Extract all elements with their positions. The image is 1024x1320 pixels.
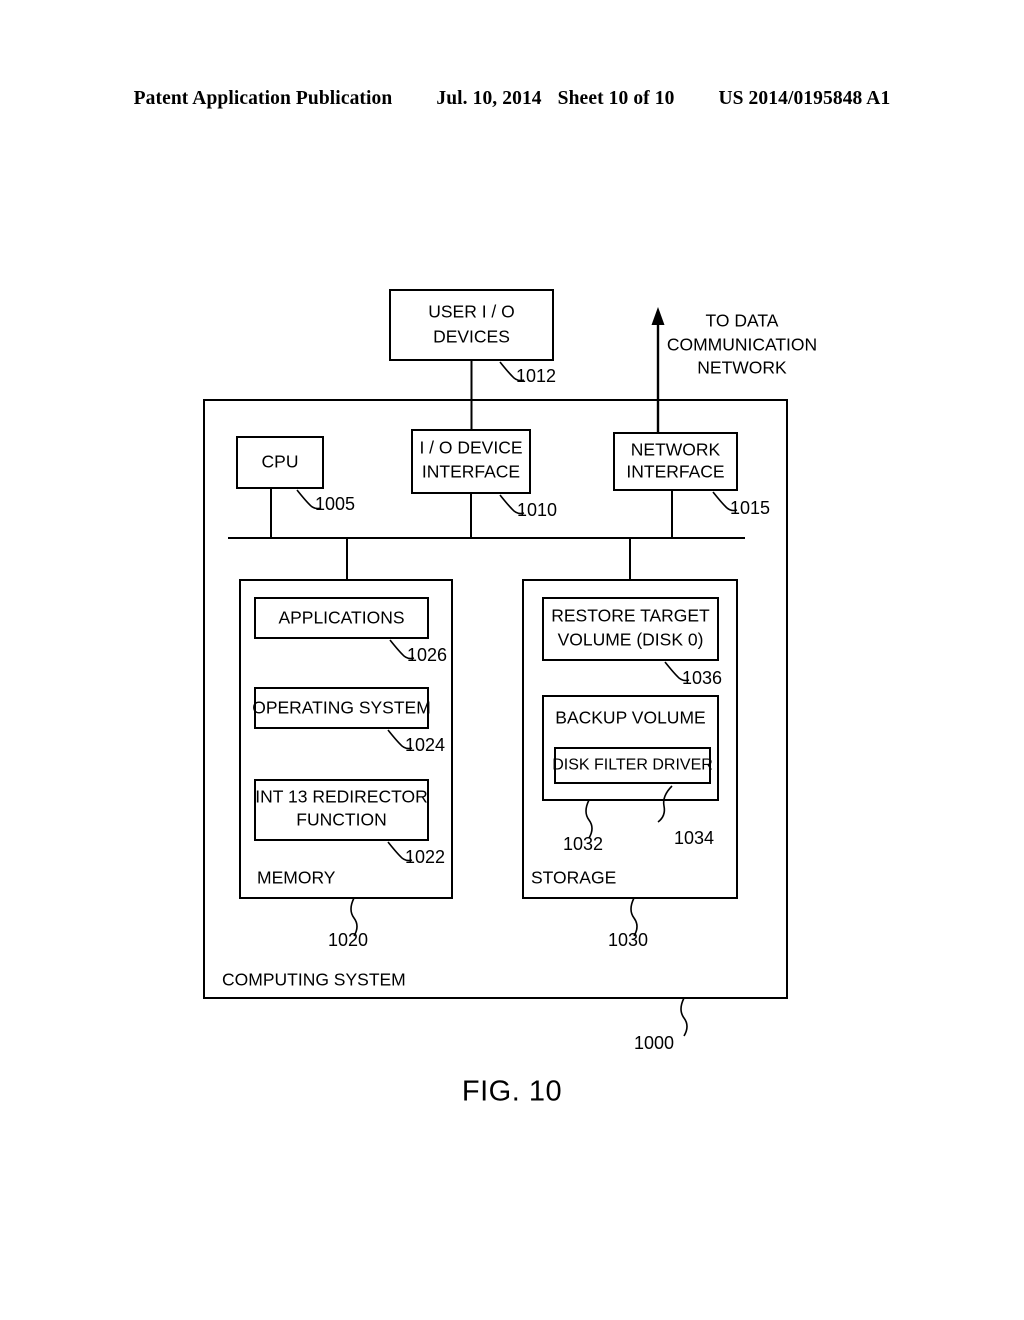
network-note-line3: NETWORK [697, 358, 787, 378]
network-note-line1: TO DATA [706, 311, 779, 331]
user-io-devices-box [389, 289, 554, 361]
figure-caption: FIG. 10 [462, 1076, 562, 1108]
figure-diagram-canvas: USER I / O DEVICES 1012 TO DATA COMMUNIC… [203, 289, 817, 1108]
memory-block: APPLICATIONS 1026 OPERATING SYSTEM 1024 … [239, 579, 453, 950]
operating-system-ref: 1024 [405, 735, 445, 755]
network-note-line2: COMMUNICATION [667, 335, 817, 355]
disk-filter-driver-label: DISK FILTER DRIVER [552, 757, 713, 774]
cpu-label: CPU [262, 452, 299, 472]
memory-label: MEMORY [257, 868, 336, 888]
computing-system-ref: 1000 [634, 1033, 674, 1053]
io-device-interface-label-line2: INTERFACE [422, 462, 520, 482]
io-device-interface-block: I / O DEVICE INTERFACE 1010 [411, 429, 557, 538]
io-device-interface-label-line1: I / O DEVICE [419, 438, 522, 458]
storage-label: STORAGE [531, 868, 616, 888]
storage-ref: 1030 [608, 930, 648, 950]
data-network-note-block: TO DATA COMMUNICATION NETWORK [651, 307, 817, 433]
network-interface-label-line2: INTERFACE [626, 462, 724, 482]
applications-ref: 1026 [407, 645, 447, 665]
restore-target-volume-ref: 1036 [682, 668, 722, 688]
backup-volume-ref: 1032 [563, 834, 603, 854]
applications-label: APPLICATIONS [278, 608, 404, 628]
memory-ref: 1020 [328, 930, 368, 950]
int13-redirector-label-line1: INT 13 REDIRECTOR [255, 787, 427, 807]
int13-redirector-ref: 1022 [405, 847, 445, 867]
user-io-devices-label-line2: DEVICES [433, 327, 510, 347]
patent-figure-10: USER I / O DEVICES 1012 TO DATA COMMUNIC… [0, 0, 1024, 1320]
network-interface-label-line1: NETWORK [631, 440, 721, 460]
restore-target-volume-label-line2: VOLUME (DISK 0) [558, 630, 704, 650]
user-io-devices-ref: 1012 [516, 366, 556, 386]
backup-volume-label: BACKUP VOLUME [555, 708, 705, 728]
operating-system-label: OPERATING SYSTEM [252, 698, 431, 718]
restore-target-volume-label-line1: RESTORE TARGET [551, 606, 710, 626]
user-io-devices-block: USER I / O DEVICES 1012 [389, 289, 556, 430]
cpu-ref: 1005 [315, 494, 355, 514]
computing-system-label: COMPUTING SYSTEM [222, 970, 406, 990]
network-interface-block: NETWORK INTERFACE 1015 [613, 432, 770, 538]
network-arrow-head-icon [651, 307, 665, 325]
int13-redirector-label-line2: FUNCTION [296, 810, 386, 830]
user-io-devices-label-line1: USER I / O [428, 302, 515, 322]
computing-system-leader [680, 997, 688, 1037]
io-device-interface-ref: 1010 [517, 500, 557, 520]
disk-filter-driver-ref: 1034 [674, 828, 714, 848]
network-interface-ref: 1015 [730, 498, 770, 518]
storage-block: RESTORE TARGET VOLUME (DISK 0) 1036 BACK… [522, 579, 738, 950]
cpu-block: CPU 1005 [236, 436, 355, 538]
